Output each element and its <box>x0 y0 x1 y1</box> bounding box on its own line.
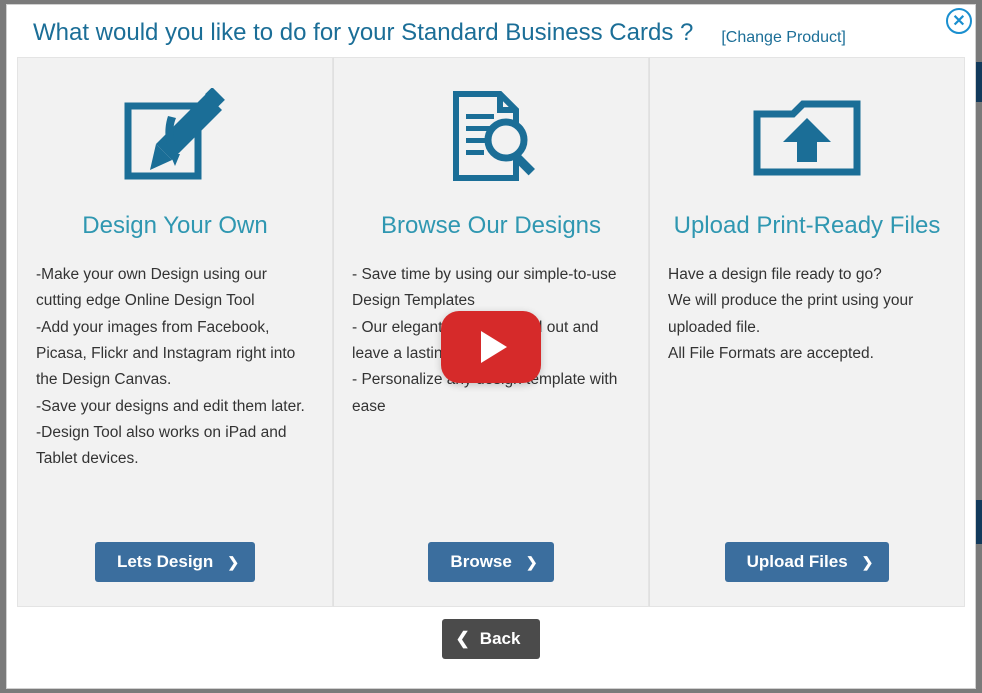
browse-button[interactable]: Browse ❯ <box>428 542 553 582</box>
modal-header: What would you like to do for your Stand… <box>7 5 975 57</box>
close-icon: ✕ <box>952 11 965 31</box>
panel-design-your-own: Design Your Own -Make your own Design us… <box>17 57 333 607</box>
chevron-left-icon: ❮ <box>456 629 470 649</box>
panel-title: Upload Print-Ready Files <box>674 212 941 240</box>
change-product-link[interactable]: [Change Product] <box>721 29 846 47</box>
close-button[interactable]: ✕ <box>946 8 972 34</box>
video-play-button[interactable] <box>441 311 541 383</box>
modal-title: What would you like to do for your Stand… <box>33 19 693 47</box>
button-label: Back <box>480 629 521 649</box>
back-button[interactable]: ❮ Back <box>442 619 541 659</box>
product-action-modal: ✕ What would you like to do for your Sta… <box>6 4 976 689</box>
play-icon <box>481 331 507 363</box>
panel-upload-files: Upload Print-Ready Files Have a design f… <box>649 57 965 607</box>
browse-templates-icon <box>436 78 546 198</box>
modal-footer: ❮ Back <box>7 607 975 671</box>
design-tools-icon <box>120 78 230 198</box>
lets-design-button[interactable]: Lets Design ❯ <box>95 542 255 582</box>
chevron-right-icon: ❯ <box>862 554 874 571</box>
button-label: Browse <box>450 552 511 572</box>
panel-body: - Save time by using our simple-to-use D… <box>352 262 630 542</box>
panel-body: -Make your own Design using our cutting … <box>36 262 314 542</box>
panel-body: Have a design file ready to go? We will … <box>668 262 946 542</box>
chevron-right-icon: ❯ <box>227 554 239 571</box>
chevron-right-icon: ❯ <box>526 554 538 571</box>
button-label: Lets Design <box>117 552 213 572</box>
upload-folder-icon <box>747 78 867 198</box>
panel-title: Browse Our Designs <box>381 212 601 240</box>
upload-files-button[interactable]: Upload Files ❯ <box>725 542 890 582</box>
button-label: Upload Files <box>747 552 848 572</box>
panel-title: Design Your Own <box>82 212 267 240</box>
